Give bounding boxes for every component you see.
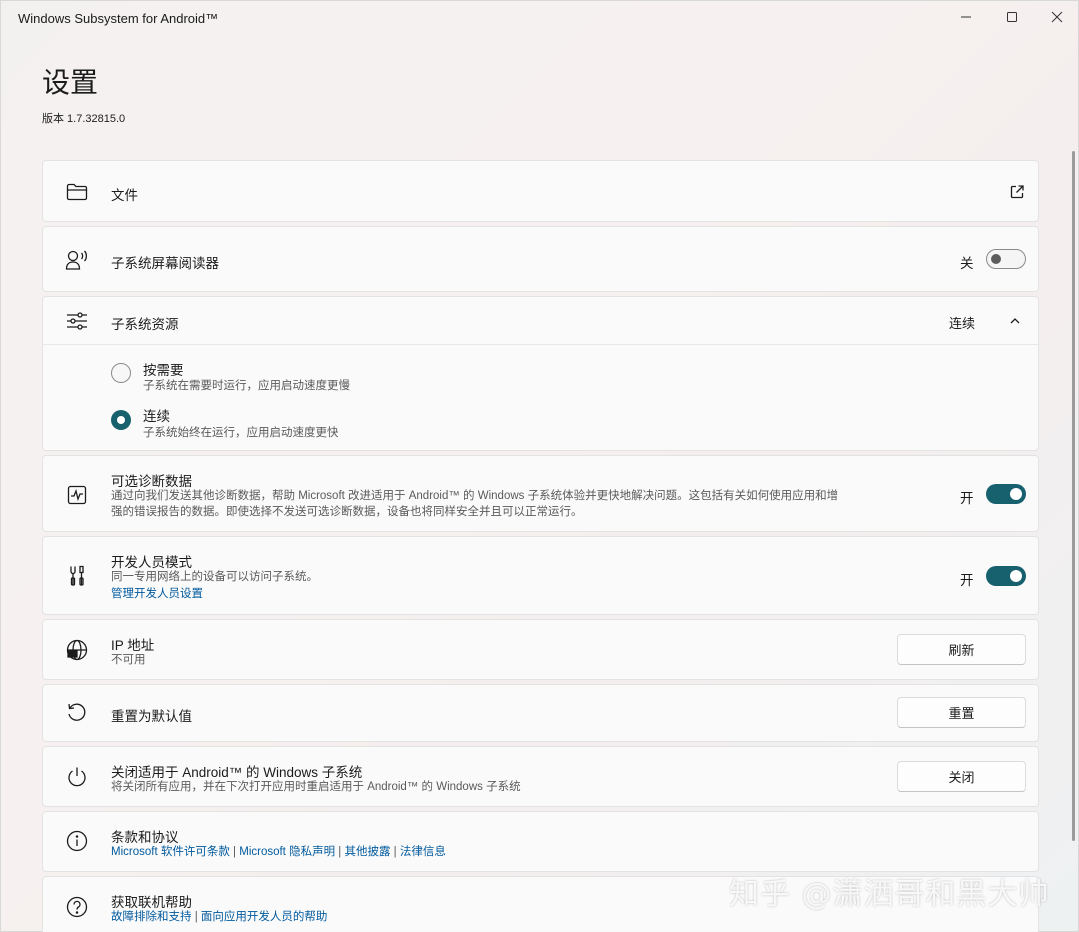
info-icon [65,829,89,853]
narrator-icon [65,248,89,272]
sliders-icon [65,309,89,333]
page-title: 设置 [42,67,99,98]
license-terms-link[interactable]: Microsoft 软件许可条款 [111,846,230,858]
developer-card: 开发人员模式 同一专用网络上的设备可以访问子系统。 管理开发人员设置 开 [42,536,1039,615]
screen-reader-label: 子系统屏幕阅读器 [111,256,219,271]
toggle-knob [1010,570,1022,582]
divider [43,344,1038,345]
troubleshooting-link[interactable]: 故障排除和支持 [111,911,192,923]
terms-links: Microsoft 软件许可条款 | Microsoft 隐私声明 | 其他披露… [111,844,446,860]
developer-desc: 同一专用网络上的设备可以访问子系统。 [111,571,318,583]
screen-reader-state: 关 [960,256,974,271]
app-window: Windows Subsystem for Android™ 设置 版本 1.7… [0,0,1079,932]
minimize-icon [961,16,971,18]
power-icon [65,765,89,789]
developer-toggle[interactable] [986,566,1026,586]
resources-card: 子系统资源 连续 按需要 子系统在需要时运行，应用启动速度更慢 连续 子系统始终… [42,296,1039,451]
activity-icon [65,483,89,507]
refresh-button[interactable]: 刷新 [897,634,1026,665]
option-desc: 子系统始终在运行，应用启动速度更快 [143,427,339,439]
option-desc: 子系统在需要时运行，应用启动速度更慢 [143,380,350,392]
ip-address-card: IP 地址 不可用 刷新 [42,619,1039,680]
files-card[interactable]: 文件 [42,160,1039,222]
open-external-icon[interactable] [1005,180,1029,204]
diagnostics-desc-line2: 强的错误报告的数据。即使选择不发送可选诊断数据，设备也将同样安全并且可以正常运行… [111,506,583,518]
folder-icon [65,180,89,204]
help-label: 获取联机帮助 [111,895,192,910]
reset-icon [65,701,89,725]
diagnostics-label: 可选诊断数据 [111,474,192,489]
app-title: Windows Subsystem for Android™ [18,11,219,26]
diagnostics-card: 可选诊断数据 通过向我们发送其他诊断数据，帮助 Microsoft 改进适用于 … [42,455,1039,532]
developer-state: 开 [960,573,974,588]
manage-developer-settings-link[interactable]: 管理开发人员设置 [111,586,203,602]
toggle-knob [991,254,1001,264]
help-icon [65,895,89,919]
chevron-up-icon[interactable] [1003,309,1027,333]
help-links: 故障排除和支持 | 面向应用开发人员的帮助 [111,909,327,925]
other-disclosures-link[interactable]: 其他披露 [344,846,390,858]
reset-button[interactable]: 重置 [897,697,1026,728]
vertical-scrollbar[interactable] [1072,151,1075,841]
shutdown-card: 关闭适用于 Android™ 的 Windows 子系统 将关闭所有应用，并在下… [42,746,1039,807]
files-label: 文件 [111,188,138,203]
terms-label: 条款和协议 [111,830,179,845]
title-bar: Windows Subsystem for Android™ [1,1,1079,37]
diagnostics-desc-line1: 通过向我们发送其他诊断数据，帮助 Microsoft 改进适用于 Android… [111,490,839,502]
legal-info-link[interactable]: 法律信息 [400,846,446,858]
close-button[interactable] [1034,1,1079,33]
resources-label: 子系统资源 [111,317,179,332]
terms-card: 条款和协议 Microsoft 软件许可条款 | Microsoft 隐私声明 … [42,811,1039,872]
option-title: 按需要 [143,363,184,378]
reset-label: 重置为默认值 [111,709,192,724]
developer-label: 开发人员模式 [111,555,192,570]
reset-card: 重置为默认值 重置 [42,684,1039,742]
radio-continuous[interactable] [111,410,131,430]
watermark: 知乎 @潇洒哥和黑大帅 [729,877,1050,912]
option-title: 连续 [143,409,170,424]
toggle-knob [1010,488,1022,500]
ip-address-value: 不可用 [111,654,146,666]
ip-address-label: IP 地址 [111,638,155,653]
diagnostics-state: 开 [960,491,974,506]
screen-reader-card: 子系统屏幕阅读器 关 [42,226,1039,292]
globe-network-icon [65,638,89,662]
privacy-statement-link[interactable]: Microsoft 隐私声明 [239,846,335,858]
link-separator: | [390,846,400,858]
radio-on-demand[interactable] [111,363,131,383]
maximize-button[interactable] [989,1,1035,33]
link-separator: | [191,911,201,923]
resources-header[interactable]: 子系统资源 连续 [43,297,1038,344]
screen-reader-toggle[interactable] [986,249,1026,269]
maximize-icon [1007,12,1017,22]
version-text: 版本 1.7.32815.0 [42,113,126,125]
shutdown-button[interactable]: 关闭 [897,761,1026,792]
shutdown-label: 关闭适用于 Android™ 的 Windows 子系统 [111,765,363,780]
diagnostics-toggle[interactable] [986,484,1026,504]
resources-value: 连续 [949,316,976,331]
link-separator: | [229,846,240,858]
shutdown-desc: 将关闭所有应用，并在下次打开应用时重启适用于 Android™ 的 Window… [111,781,521,793]
close-icon [1051,11,1063,23]
developer-help-link[interactable]: 面向应用开发人员的帮助 [201,911,328,923]
minimize-button[interactable] [943,1,989,33]
developer-tools-icon [65,564,89,588]
